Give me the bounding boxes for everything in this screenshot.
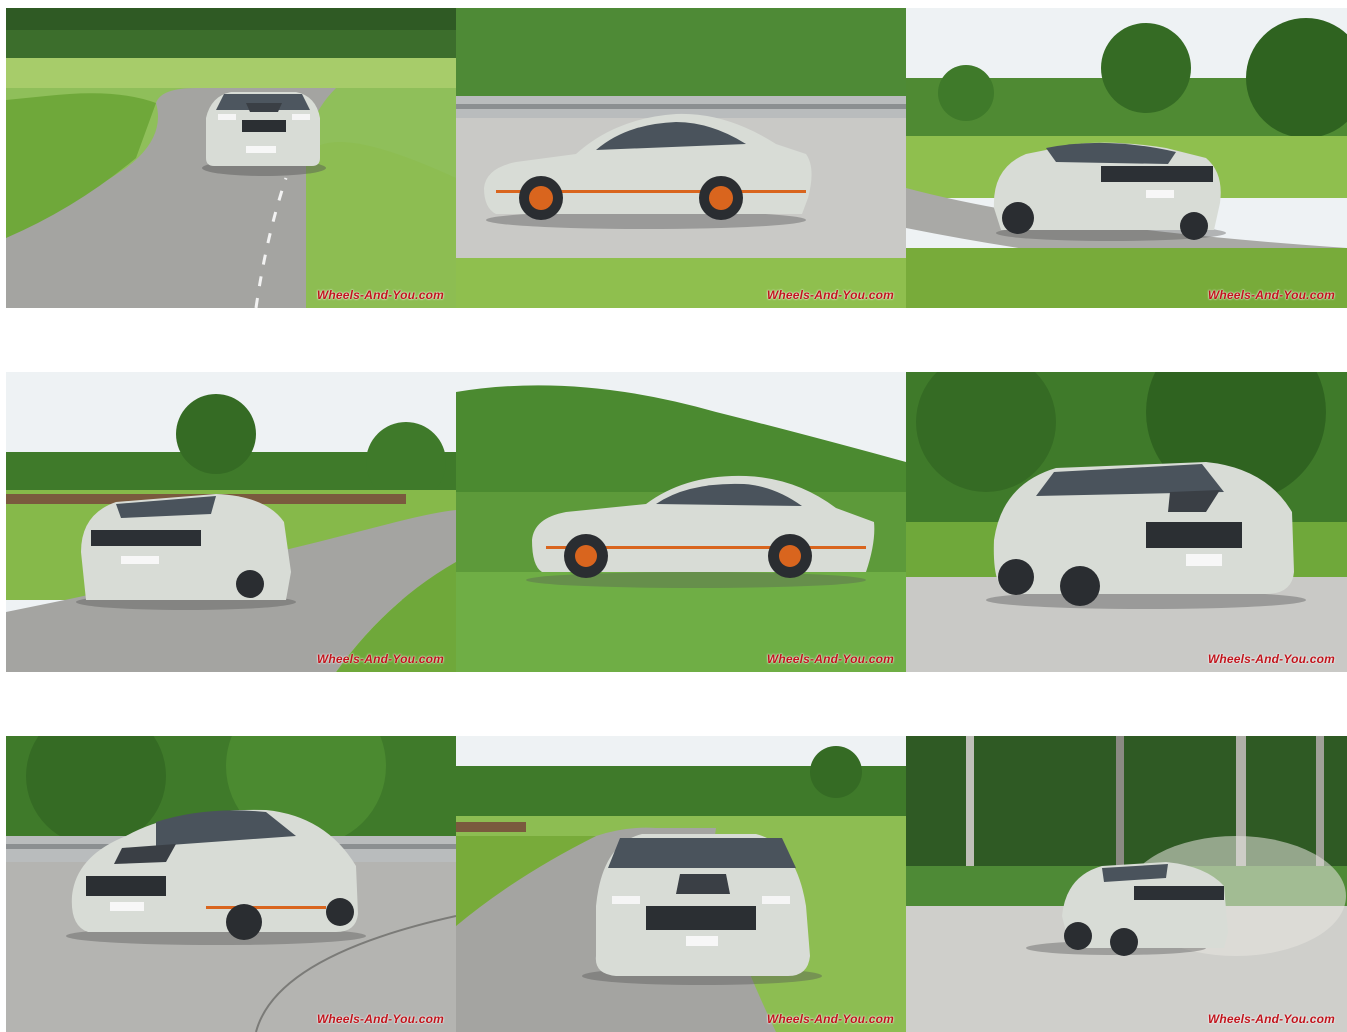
- gallery-photo-1[interactable]: Wheels-And-You.com: [6, 8, 456, 308]
- gallery-photo-4[interactable]: Wheels-And-You.com: [6, 372, 456, 672]
- photo-front-country-road: [456, 736, 906, 1032]
- watermark: Wheels-And-You.com: [316, 1012, 444, 1026]
- gallery-photo-7[interactable]: Wheels-And-You.com: [6, 736, 456, 1032]
- gallery-photo-8[interactable]: Wheels-And-You.com: [456, 736, 906, 1032]
- car-front-quarter: [986, 462, 1306, 609]
- watermark: Wheels-And-You.com: [766, 1012, 894, 1026]
- car-front: [202, 92, 326, 176]
- photo-front-quarter-gravel: [906, 372, 1347, 672]
- gallery-photo-9[interactable]: Wheels-And-You.com: [906, 736, 1347, 1032]
- photo-gallery: Wheels-And-You.com Wheels-And-You.com Wh…: [0, 0, 1347, 1032]
- gallery-photo-6[interactable]: Wheels-And-You.com: [906, 372, 1347, 672]
- photo-front-quarter-curve: [6, 736, 456, 1032]
- gallery-photo-2[interactable]: Wheels-And-You.com: [456, 8, 906, 308]
- watermark: Wheels-And-You.com: [1207, 288, 1335, 302]
- watermark: Wheels-And-You.com: [766, 652, 894, 666]
- watermark: Wheels-And-You.com: [316, 652, 444, 666]
- gallery-photo-3[interactable]: Wheels-And-You.com: [906, 8, 1347, 308]
- watermark: Wheels-And-You.com: [1207, 652, 1335, 666]
- car-rear: [76, 494, 296, 610]
- photo-drift-forest: [906, 736, 1347, 1032]
- car-front: [582, 834, 822, 985]
- watermark: Wheels-And-You.com: [1207, 1012, 1335, 1026]
- photo-front-road-curve: [6, 8, 456, 308]
- watermark: Wheels-And-You.com: [766, 288, 894, 302]
- gallery-photo-5[interactable]: Wheels-And-You.com: [456, 372, 906, 672]
- photo-rear-road-field: [6, 372, 456, 672]
- car-rear: [993, 142, 1226, 241]
- photo-rear-quarter-field: [906, 8, 1347, 308]
- photo-side-guardrail: [456, 8, 906, 308]
- watermark: Wheels-And-You.com: [316, 288, 444, 302]
- photo-side-panning-grass: [456, 372, 906, 672]
